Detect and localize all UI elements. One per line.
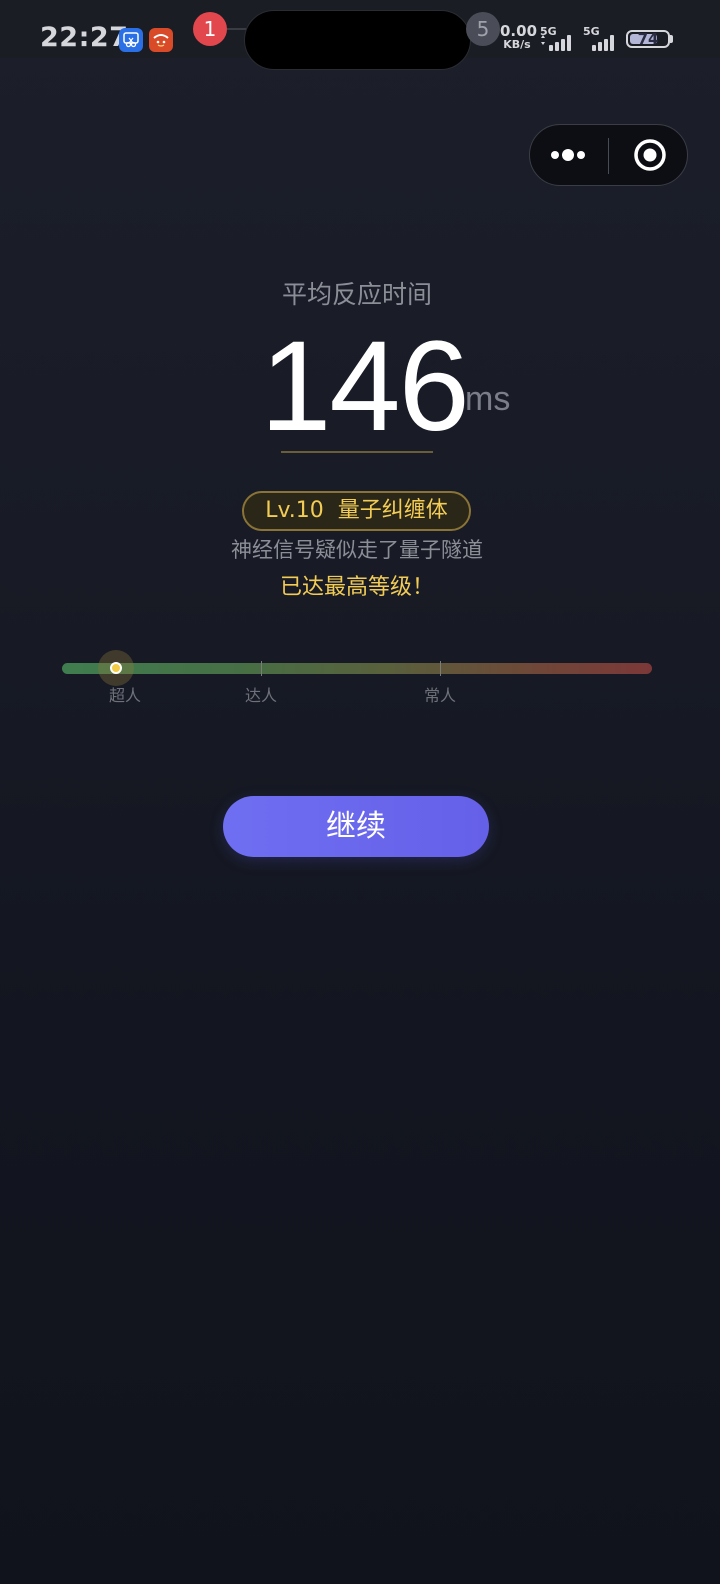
status-bar: 22:27 1 5 0.00 KB/s 5G 5G 74	[0, 0, 720, 70]
status-time: 22:27	[40, 22, 129, 53]
continue-button[interactable]: 继续	[223, 796, 489, 857]
level-description: 神经信号疑似走了量子隧道	[231, 538, 483, 562]
network-speed-value: 0.00	[500, 22, 538, 40]
level-badge: Lv.10 量子纠缠体	[242, 491, 471, 531]
scale-label-expert: 达人	[244, 686, 277, 705]
signal-strength-icon	[592, 35, 614, 51]
capsule-menu	[529, 124, 688, 186]
network-speed-unit: KB/s	[503, 38, 531, 51]
scissors-app-icon	[119, 28, 143, 52]
battery-icon: 74	[626, 30, 670, 48]
notification-badge-left[interactable]: 1	[193, 12, 227, 46]
more-button[interactable]	[530, 125, 608, 184]
divider-line	[227, 28, 247, 30]
camera-cutout	[244, 10, 471, 70]
more-dots-icon	[551, 149, 585, 161]
shopping-app-icon	[149, 28, 173, 52]
scale-tick	[261, 661, 262, 676]
value-underline	[281, 451, 433, 453]
max-level-text: 已达最高等级！	[279, 575, 434, 600]
notification-badge-right[interactable]: 5	[466, 12, 500, 46]
scale-marker	[110, 662, 122, 674]
scale-label-superhuman: 超人	[108, 686, 141, 705]
level-scale-track	[62, 663, 652, 674]
battery-level: 74	[637, 30, 659, 48]
reaction-time-value: 146	[260, 315, 470, 458]
scale-label-normal: 常人	[423, 686, 456, 705]
battery-tip	[670, 35, 673, 43]
network-speed: 0.00 KB/s	[500, 22, 538, 52]
target-circle-icon	[634, 139, 666, 171]
average-reaction-label: 平均反应时间	[281, 280, 432, 309]
reaction-time-unit: ms	[465, 380, 511, 418]
signal-strength-icon	[541, 35, 571, 51]
close-button[interactable]	[609, 125, 687, 184]
scale-tick	[440, 661, 441, 676]
